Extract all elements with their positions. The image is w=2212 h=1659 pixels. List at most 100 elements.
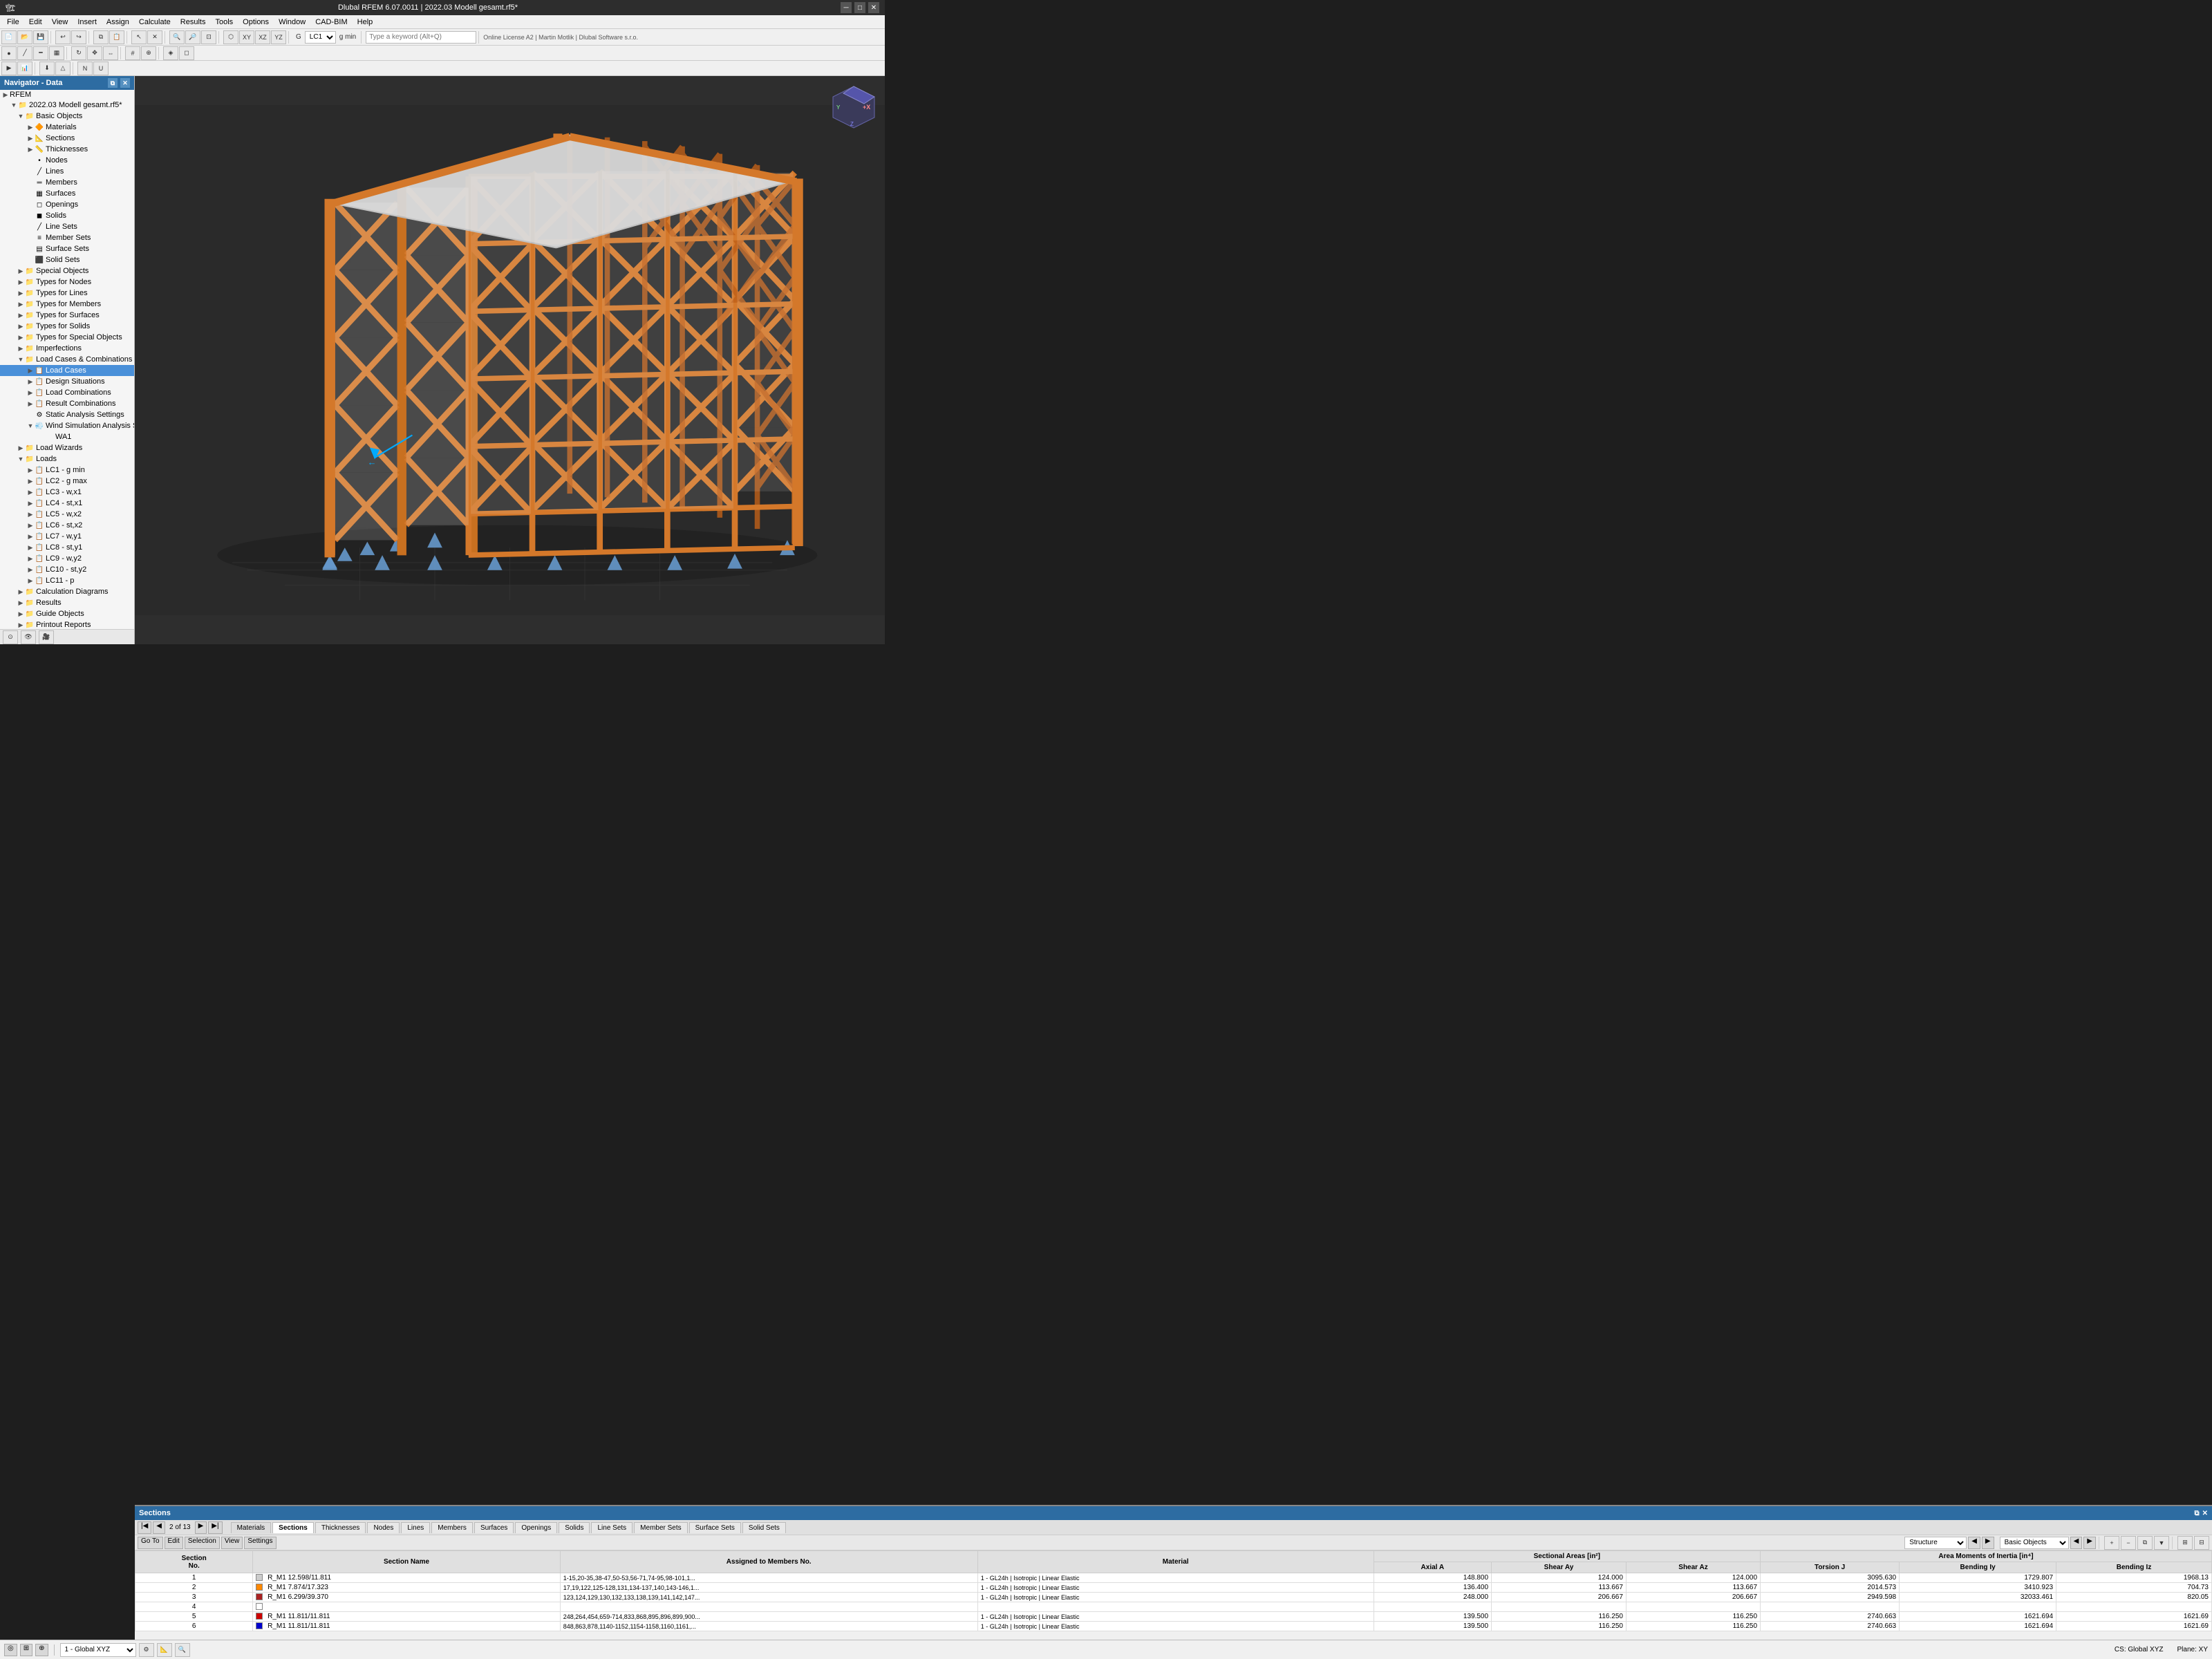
tab-openings[interactable]: Openings xyxy=(515,1522,557,1533)
viewxz-btn[interactable]: XZ xyxy=(255,30,270,44)
calc-btn[interactable]: ▶ xyxy=(1,62,17,75)
tree-basic-objects[interactable]: ▼ 📁 Basic Objects xyxy=(0,111,134,122)
open-button[interactable]: 📂 xyxy=(17,30,32,44)
filter-btn[interactable]: ▼ xyxy=(2154,1536,2169,1550)
wire-btn[interactable]: ◻ xyxy=(179,46,194,60)
nav-close-button[interactable]: ✕ xyxy=(120,78,130,88)
view-btn[interactable]: View xyxy=(221,1537,243,1549)
tree-wa1[interactable]: WA1 xyxy=(0,431,134,442)
nav-prev-button[interactable]: ◀ xyxy=(153,1521,165,1534)
tree-load-wizards[interactable]: ▶ 📁 Load Wizards xyxy=(0,442,134,453)
tree-lc3[interactable]: ▶ 📋 LC3 - w,x1 xyxy=(0,487,134,498)
tree-lc6[interactable]: ▶ 📋 LC6 - st,x2 xyxy=(0,520,134,531)
tree-lc2[interactable]: ▶ 📋 LC2 - g max xyxy=(0,476,134,487)
grid-btn[interactable]: # xyxy=(125,46,140,60)
close-button[interactable]: ✕ xyxy=(868,2,879,13)
menu-cad-bim[interactable]: CAD-BIM xyxy=(311,17,351,28)
section-forces-btn[interactable]: N xyxy=(77,62,93,75)
tab-members[interactable]: Members xyxy=(431,1522,473,1533)
basic-prev[interactable]: ◀ xyxy=(2070,1537,2083,1549)
basic-next[interactable]: ▶ xyxy=(2083,1537,2096,1549)
panel-float-button[interactable]: ⧉ xyxy=(2194,1510,2199,1517)
menu-file[interactable]: File xyxy=(3,17,24,28)
snap-btn[interactable]: ⊕ xyxy=(141,46,156,60)
menu-tools[interactable]: Tools xyxy=(211,17,237,28)
tree-surface-sets[interactable]: ▤ Surface Sets xyxy=(0,243,134,254)
grid-status[interactable]: ⊞ xyxy=(20,1644,32,1656)
tree-types-surfaces[interactable]: ▶ 📁 Types for Surfaces xyxy=(0,310,134,321)
tree-line-sets[interactable]: ╱ Line Sets xyxy=(0,221,134,232)
tab-nodes[interactable]: Nodes xyxy=(367,1522,400,1533)
tree-guide-objects[interactable]: ▶ 📁 Guide Objects xyxy=(0,608,134,619)
tree-types-special-objects[interactable]: ▶ 📁 Types for Special Objects xyxy=(0,332,134,343)
menu-results[interactable]: Results xyxy=(176,17,210,28)
tab-thicknesses[interactable]: Thicknesses xyxy=(315,1522,366,1533)
view3d-btn[interactable]: ⬡ xyxy=(223,30,238,44)
node-btn[interactable]: ● xyxy=(1,46,17,60)
tab-materials[interactable]: Materials xyxy=(231,1522,272,1533)
menu-insert[interactable]: Insert xyxy=(73,17,101,28)
tree-calculation-diagrams[interactable]: ▶ 📁 Calculation Diagrams xyxy=(0,586,134,597)
nav-float-button[interactable]: ⧉ xyxy=(108,78,118,88)
tree-materials[interactable]: ▶ 🔶 Materials xyxy=(0,122,134,133)
tree-lines[interactable]: ╱ Lines xyxy=(0,166,134,177)
tree-thicknesses[interactable]: ▶ 📏 Thicknesses xyxy=(0,144,134,155)
member-btn[interactable]: ━ xyxy=(33,46,48,60)
line-btn[interactable]: ╱ xyxy=(17,46,32,60)
redo-button[interactable]: ↪ xyxy=(71,30,86,44)
status-btn2[interactable]: 📐 xyxy=(157,1643,172,1657)
tab-solid-sets[interactable]: Solid Sets xyxy=(742,1522,786,1533)
go-to-btn[interactable]: Go To xyxy=(138,1537,163,1549)
zoom-in-btn[interactable]: 🔍 xyxy=(169,30,185,44)
structure-dropdown[interactable]: Structure xyxy=(1904,1537,1967,1549)
menu-edit[interactable]: Edit xyxy=(25,17,46,28)
struct-next[interactable]: ▶ xyxy=(1982,1537,1994,1549)
viewport[interactable]: ← +X Y Z xyxy=(135,76,885,644)
tree-lc10[interactable]: ▶ 📋 LC10 - st,y2 xyxy=(0,564,134,575)
tree-printout-reports[interactable]: ▶ 📁 Printout Reports xyxy=(0,619,134,629)
tree-load-combinations[interactable]: ▶ 📋 Load Combinations xyxy=(0,387,134,398)
tree-sections[interactable]: ▶ 📐 Sections xyxy=(0,133,134,144)
table-row[interactable]: 2 R_M1 7.874/17.323 17,19,122,125-128,13… xyxy=(135,1583,2212,1593)
tree-solids[interactable]: ◼ Solids xyxy=(0,210,134,221)
tree-lc8[interactable]: ▶ 📋 LC8 - st,y1 xyxy=(0,542,134,553)
tree-members[interactable]: ═ Members xyxy=(0,177,134,188)
basic-objects-dropdown[interactable]: Basic Objects xyxy=(2000,1537,2069,1549)
nav-icon1[interactable]: ⊙ xyxy=(3,630,18,644)
tree-imperfections[interactable]: ▶ 📁 Imperfections xyxy=(0,343,134,354)
nav-icon3[interactable]: 🎥 xyxy=(39,630,54,644)
viewxy-btn[interactable]: XY xyxy=(239,30,254,44)
nav-icon2[interactable]: 👁 xyxy=(21,630,36,644)
tree-load-cases-combinations[interactable]: ▼ 📁 Load Cases & Combinations xyxy=(0,354,134,365)
tree-lc9[interactable]: ▶ 📋 LC9 - w,y2 xyxy=(0,553,134,564)
tree-solid-sets[interactable]: ⬛ Solid Sets xyxy=(0,254,134,265)
tree-types-lines[interactable]: ▶ 📁 Types for Lines xyxy=(0,288,134,299)
snap-status[interactable]: ◎ xyxy=(4,1644,17,1656)
menu-calculate[interactable]: Calculate xyxy=(135,17,175,28)
tree-types-solids[interactable]: ▶ 📁 Types for Solids xyxy=(0,321,134,332)
tree-lc1[interactable]: ▶ 📋 LC1 - g min xyxy=(0,465,134,476)
deform-btn[interactable]: U xyxy=(93,62,109,75)
collapse-all-btn[interactable]: ⊟ xyxy=(2194,1536,2209,1550)
select-btn[interactable]: ↖ xyxy=(131,30,147,44)
undo-button[interactable]: ↩ xyxy=(55,30,71,44)
panel-close-button[interactable]: ✕ xyxy=(2202,1510,2208,1517)
sections-table-container[interactable]: SectionNo. Section Name Assigned to Memb… xyxy=(135,1550,2212,1640)
struct-prev[interactable]: ◀ xyxy=(1968,1537,1980,1549)
load-btn[interactable]: ⬇ xyxy=(39,62,55,75)
tree-wind-simulation[interactable]: ▼ 💨 Wind Simulation Analysis Settings xyxy=(0,420,134,431)
delete-btn[interactable]: ✕ xyxy=(147,30,162,44)
tree-rfem[interactable]: ▶ RFEM xyxy=(0,90,134,100)
nav-first-button[interactable]: |◀ xyxy=(138,1521,151,1534)
tree-results[interactable]: ▶ 📁 Results xyxy=(0,597,134,608)
save-button[interactable]: 💾 xyxy=(33,30,48,44)
copy-row-btn[interactable]: ⧉ xyxy=(2137,1536,2153,1550)
tree-member-sets[interactable]: ≡ Member Sets xyxy=(0,232,134,243)
table-row[interactable]: 6 R_M1 11.811/11.811 848,863,878,1140-11… xyxy=(135,1622,2212,1631)
results-btn[interactable]: 📊 xyxy=(17,62,32,75)
tree-model[interactable]: ▼ 📁 2022.03 Modell gesamt.rf5* xyxy=(0,100,134,111)
tab-line-sets[interactable]: Line Sets xyxy=(591,1522,632,1533)
tree-result-combinations[interactable]: ▶ 📋 Result Combinations xyxy=(0,398,134,409)
tree-lc5[interactable]: ▶ 📋 LC5 - w,x2 xyxy=(0,509,134,520)
tree-types-nodes[interactable]: ▶ 📁 Types for Nodes xyxy=(0,276,134,288)
